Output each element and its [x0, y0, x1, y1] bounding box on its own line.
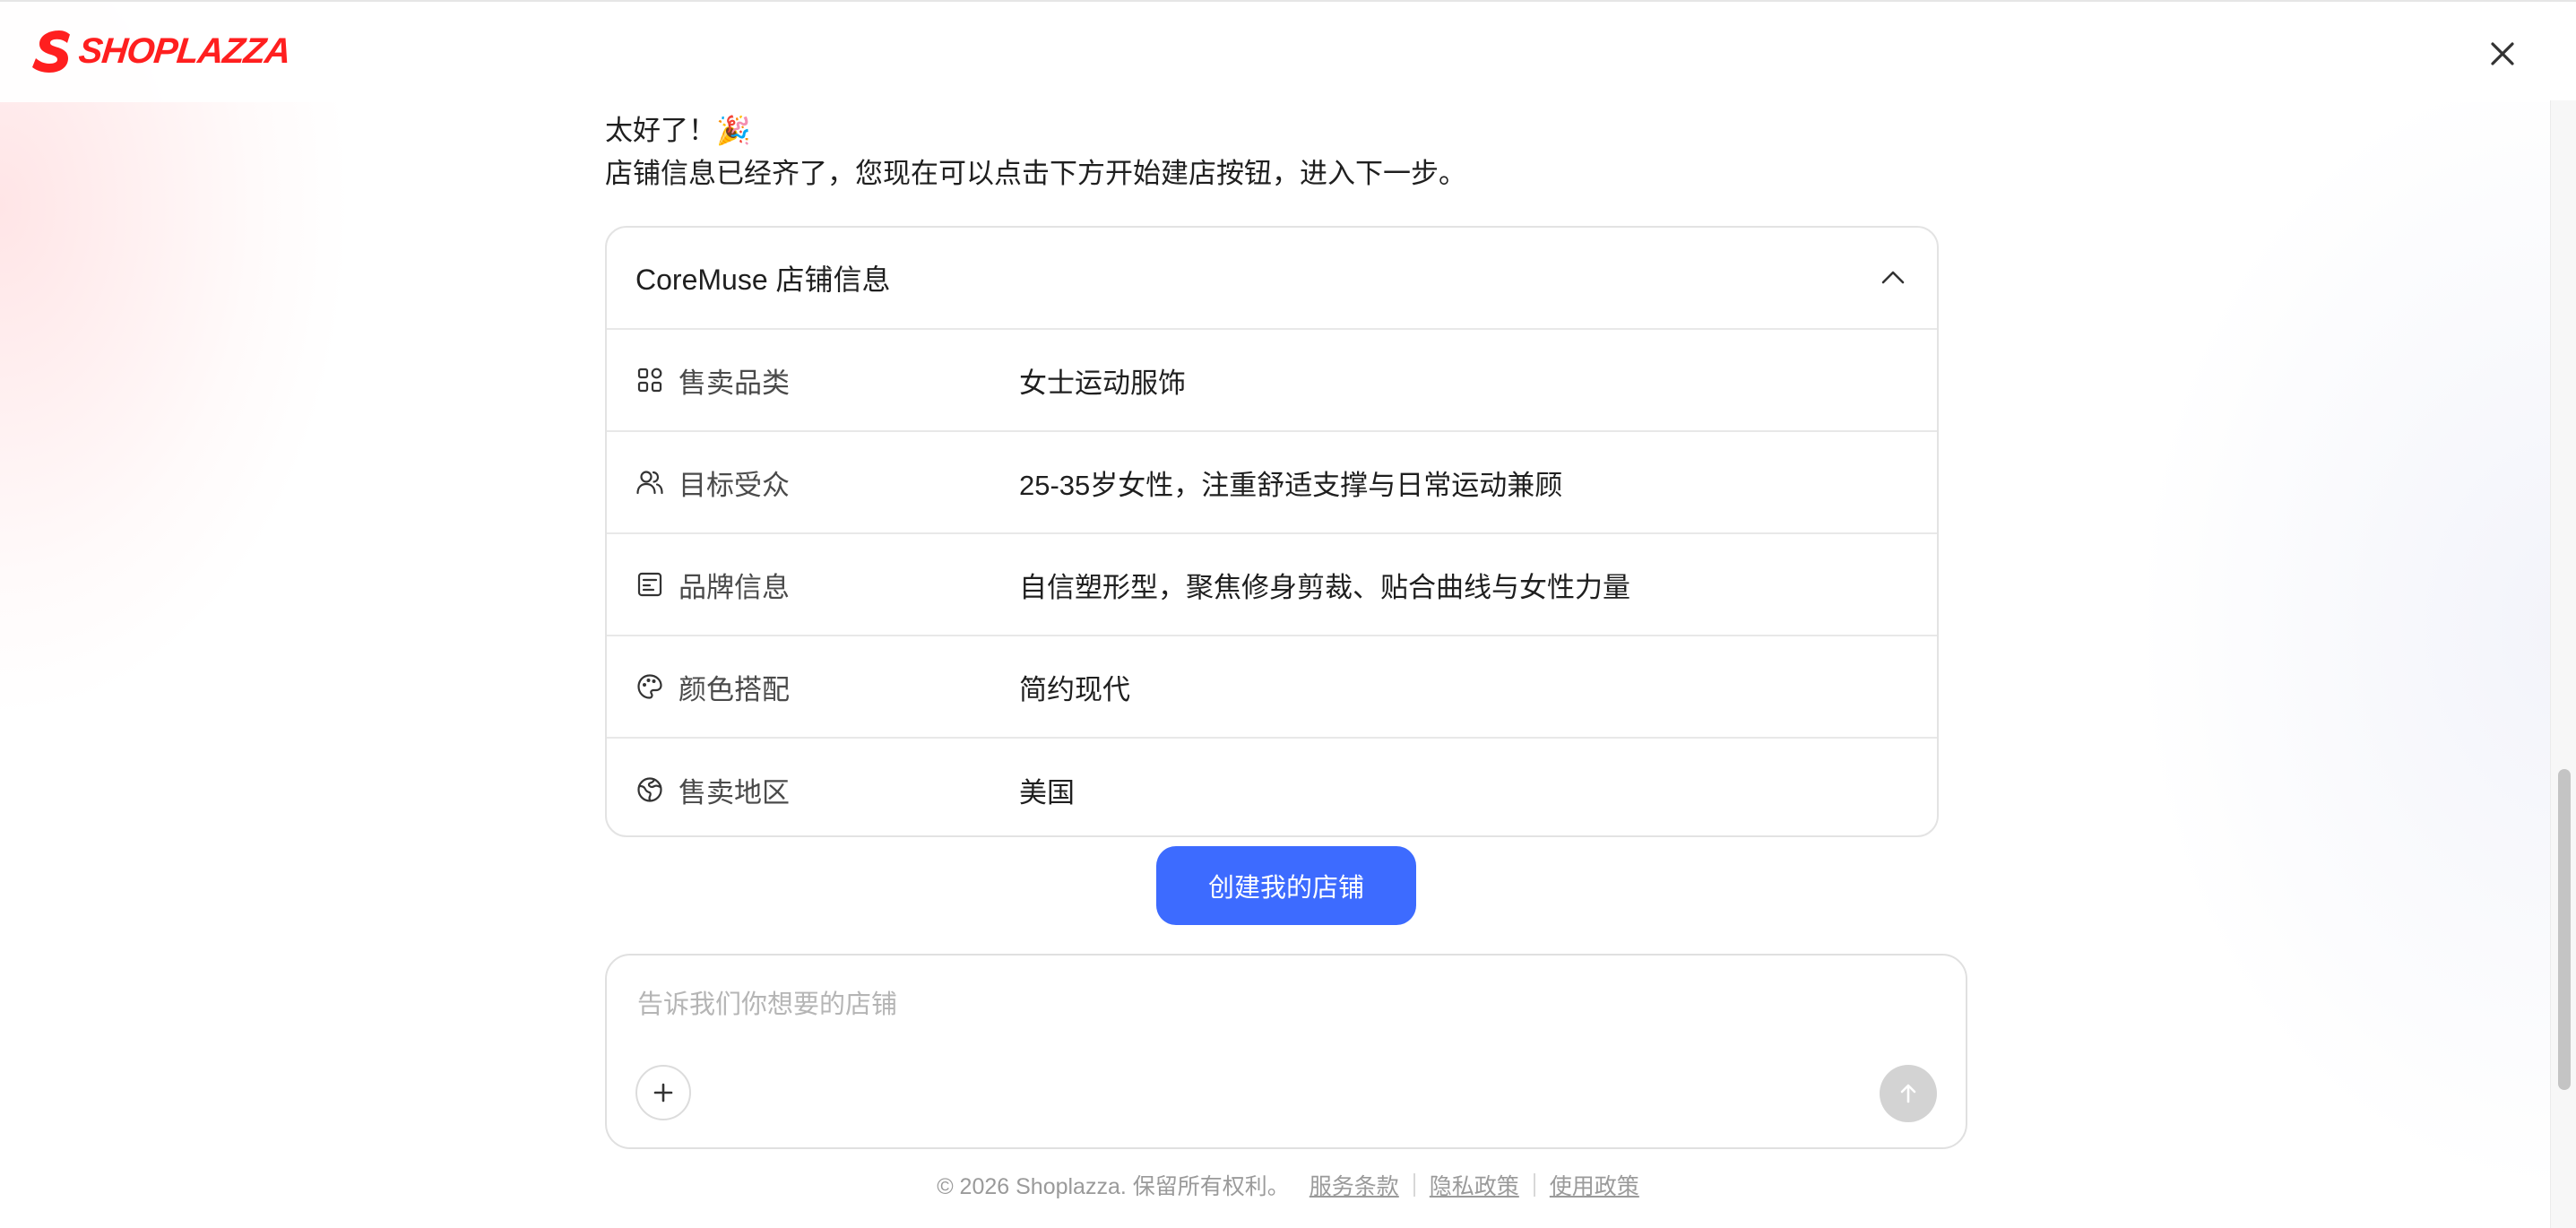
footer: © 2026 Shoplazza. 保留所有权利。 服务条款 隐私政策 使用政策 — [0, 1169, 2576, 1201]
store-info-row-category: 售卖品类 女士运动服饰 — [607, 330, 1937, 432]
globe-icon — [637, 777, 662, 802]
footer-divider — [1413, 1173, 1415, 1197]
store-info-row-audience: 目标受众 25-35岁女性，注重舒适支撑与日常运动兼顾 — [607, 432, 1937, 534]
brand-name: SHOPLAZZA — [76, 30, 292, 71]
close-icon — [2491, 42, 2514, 65]
shoplazza-logo-icon — [32, 30, 70, 73]
terms-of-service-link[interactable]: 服务条款 — [1310, 1169, 1399, 1201]
brand-icon — [637, 572, 662, 597]
store-info-label: 品牌信息 — [679, 571, 790, 603]
store-info-card: CoreMuse 店铺信息 售卖品类 女士运动服饰 目标受众 25-35岁女性，… — [605, 226, 1939, 837]
plus-icon — [653, 1083, 673, 1103]
message-input[interactable] — [635, 979, 1894, 1031]
store-info-value: 自信塑形型，聚焦修身剪裁、贴合曲线与女性力量 — [1019, 571, 1630, 603]
store-info-row-colors: 颜色搭配 简约现代 — [607, 636, 1937, 739]
scrollbar-thumb[interactable] — [2558, 769, 2571, 1090]
store-info-label: 售卖地区 — [679, 776, 790, 809]
store-info-row-brand: 品牌信息 自信塑形型，聚焦修身剪裁、贴合曲线与女性力量 — [607, 534, 1937, 636]
close-button[interactable] — [2485, 36, 2520, 72]
store-info-value: 美国 — [1019, 776, 1075, 809]
store-info-card-header[interactable]: CoreMuse 店铺信息 — [607, 228, 1937, 330]
assistant-message-instruction: 店铺信息已经齐了，您现在可以点击下方开始建店按钮，进入下一步。 — [605, 158, 1466, 189]
store-info-value: 25-35岁女性，注重舒适支撑与日常运动兼顾 — [1019, 469, 1563, 501]
footer-divider — [1533, 1173, 1535, 1197]
store-info-label: 售卖品类 — [679, 367, 790, 399]
privacy-policy-link[interactable]: 隐私政策 — [1430, 1169, 1519, 1201]
store-info-card-title: CoreMuse 店铺信息 — [635, 264, 891, 296]
store-info-label: 颜色搭配 — [679, 673, 790, 705]
usage-policy-link[interactable]: 使用政策 — [1550, 1169, 1639, 1201]
palette-icon — [637, 674, 662, 699]
composer — [605, 954, 1967, 1149]
assistant-message-celebration: 太好了！🎉 — [605, 115, 751, 146]
send-button[interactable] — [1880, 1065, 1937, 1122]
store-info-value: 简约现代 — [1019, 673, 1130, 705]
arrow-up-icon — [1900, 1084, 1916, 1103]
attach-button[interactable] — [635, 1065, 691, 1120]
top-bar: SHOPLAZZA — [0, 0, 2576, 102]
create-store-button[interactable]: 创建我的店铺 — [1156, 846, 1416, 925]
users-icon — [636, 471, 663, 495]
brand-logo[interactable]: SHOPLAZZA — [32, 29, 292, 74]
store-info-row-region: 售卖地区 美国 — [607, 739, 1937, 835]
copyright-text: © 2026 Shoplazza. 保留所有权利。 — [937, 1174, 1290, 1199]
store-info-label: 目标受众 — [679, 469, 790, 501]
store-info-value: 女士运动服饰 — [1019, 367, 1186, 399]
category-icon — [637, 368, 662, 393]
chevron-up-icon[interactable] — [1878, 263, 1908, 293]
